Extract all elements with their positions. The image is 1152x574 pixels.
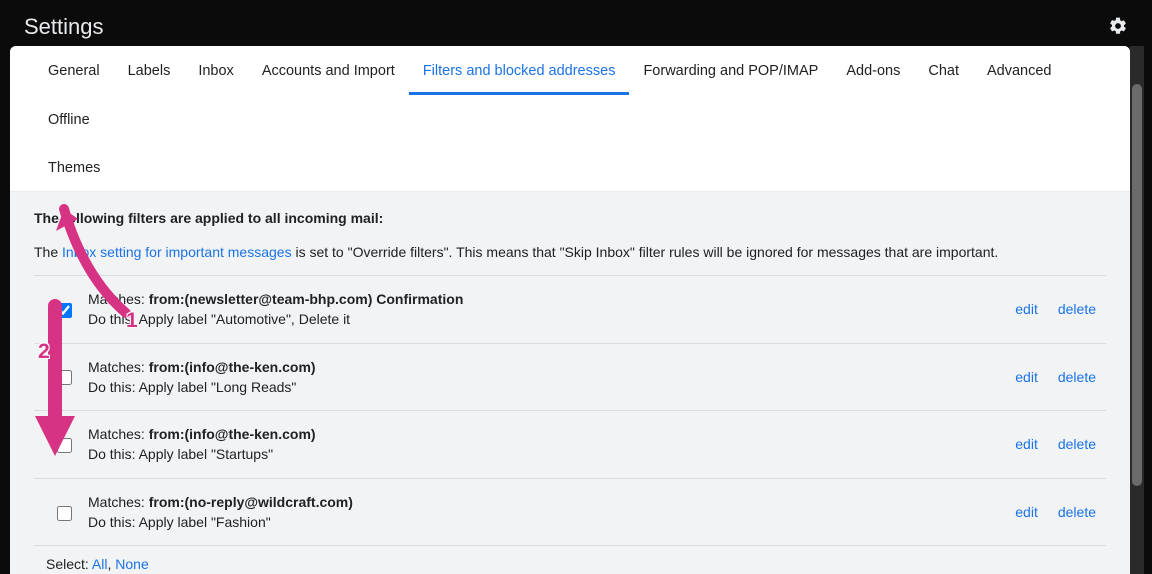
select-none-link[interactable]: None (115, 556, 148, 572)
filter-delete-link[interactable]: delete (1058, 301, 1096, 317)
tab-offline[interactable]: Offline (34, 95, 104, 143)
filter-edit-link[interactable]: edit (1015, 369, 1038, 385)
filter-info: Matches: from:(newsletter@team-bhp.com) … (88, 289, 1015, 330)
filter-row: Matches: from:(info@the-ken.com) Do this… (34, 410, 1106, 479)
select-row: Select: All, None (34, 546, 1106, 574)
matches-criteria: from:(info@the-ken.com) (149, 426, 316, 442)
inbox-setting-link[interactable]: Inbox setting for important messages (62, 244, 292, 260)
matches-criteria: from:(info@the-ken.com) (149, 359, 316, 375)
settings-tabs: General Labels Inbox Accounts and Import… (10, 46, 1130, 192)
tab-chat[interactable]: Chat (914, 46, 973, 95)
desc-suffix: is set to "Override filters". This means… (292, 244, 999, 260)
filters-heading: The following filters are applied to all… (34, 210, 1106, 226)
matches-criteria: from:(newsletter@team-bhp.com) Confirmat… (149, 291, 464, 307)
filter-delete-link[interactable]: delete (1058, 504, 1096, 520)
filter-action-text: Do this: Apply label "Fashion" (88, 512, 1015, 532)
filter-checkbox[interactable] (57, 370, 72, 385)
scrollbar-thumb[interactable] (1132, 84, 1142, 486)
select-all-link[interactable]: All (92, 556, 108, 572)
filter-delete-link[interactable]: delete (1058, 369, 1096, 385)
scrollbar-track[interactable] (1130, 46, 1144, 574)
filter-delete-link[interactable]: delete (1058, 436, 1096, 452)
filter-info: Matches: from:(info@the-ken.com) Do this… (88, 357, 1015, 398)
filter-edit-link[interactable]: edit (1015, 301, 1038, 317)
filter-checkbox[interactable] (57, 303, 72, 318)
window: Settings General Labels Inbox Accounts a… (0, 0, 1152, 574)
filter-row: Matches: from:(no-reply@wildcraft.com) D… (34, 478, 1106, 547)
page-title: Settings (24, 14, 104, 40)
matches-label: Matches: (88, 359, 149, 375)
filter-checkbox[interactable] (57, 438, 72, 453)
settings-content: The following filters are applied to all… (10, 192, 1130, 574)
matches-criteria: from:(no-reply@wildcraft.com) (149, 494, 353, 510)
desc-prefix: The (34, 244, 62, 260)
gear-icon[interactable] (1108, 16, 1128, 39)
select-prefix: Select: (46, 556, 92, 572)
filter-action-text: Do this: Apply label "Long Reads" (88, 377, 1015, 397)
tab-accounts-and-import[interactable]: Accounts and Import (248, 46, 409, 95)
tab-filters-and-blocked-addresses[interactable]: Filters and blocked addresses (409, 46, 630, 95)
tab-themes[interactable]: Themes (34, 143, 114, 191)
matches-label: Matches: (88, 426, 149, 442)
settings-panel: General Labels Inbox Accounts and Import… (10, 46, 1130, 574)
filter-action-text: Do this: Apply label "Automotive", Delet… (88, 309, 1015, 329)
filter-info: Matches: from:(no-reply@wildcraft.com) D… (88, 492, 1015, 533)
filter-edit-link[interactable]: edit (1015, 504, 1038, 520)
filter-row: Matches: from:(info@the-ken.com) Do this… (34, 343, 1106, 412)
tab-general[interactable]: General (34, 46, 114, 95)
tab-add-ons[interactable]: Add-ons (832, 46, 914, 95)
filter-edit-link[interactable]: edit (1015, 436, 1038, 452)
matches-label: Matches: (88, 291, 149, 307)
filter-info: Matches: from:(info@the-ken.com) Do this… (88, 424, 1015, 465)
filter-row: Matches: from:(newsletter@team-bhp.com) … (34, 275, 1106, 344)
filter-checkbox[interactable] (57, 506, 72, 521)
tab-labels[interactable]: Labels (114, 46, 185, 95)
tab-advanced[interactable]: Advanced (973, 46, 1066, 95)
filters-description: The Inbox setting for important messages… (34, 244, 1106, 260)
filter-list: Matches: from:(newsletter@team-bhp.com) … (34, 275, 1106, 546)
tab-inbox[interactable]: Inbox (184, 46, 247, 95)
filter-action-text: Do this: Apply label "Startups" (88, 444, 1015, 464)
tab-forwarding[interactable]: Forwarding and POP/IMAP (629, 46, 832, 95)
matches-label: Matches: (88, 494, 149, 510)
